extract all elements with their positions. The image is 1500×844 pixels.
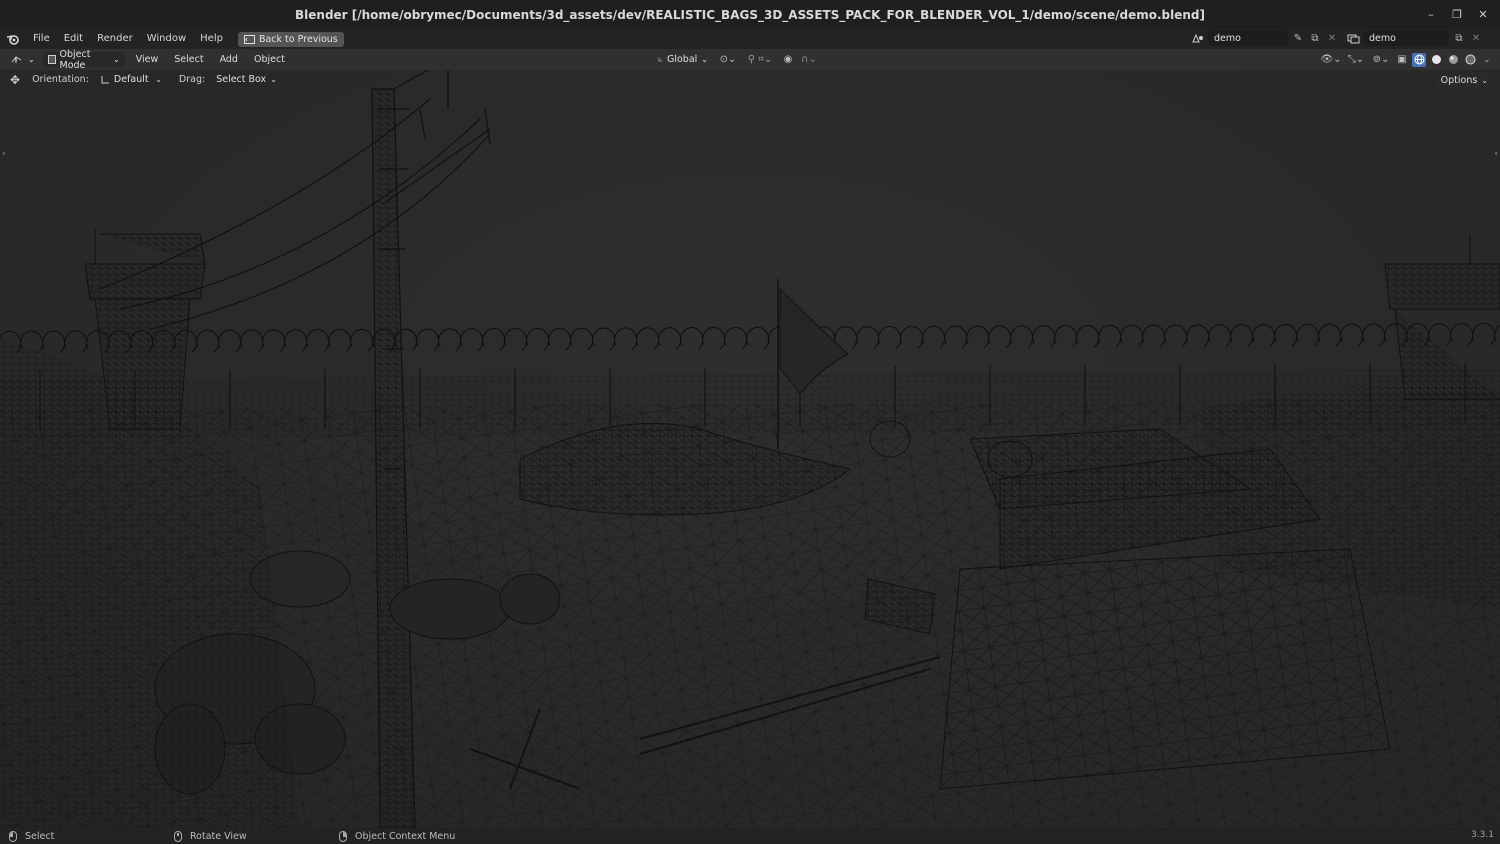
remove-scene-icon[interactable]: ✕ bbox=[1325, 31, 1339, 46]
solid-sphere-icon bbox=[1431, 55, 1441, 64]
chevron-down-icon: ⌄ bbox=[28, 55, 35, 64]
viewport-display-controls: 👁⌄ ⤡⌄ ⊚⌄ ▣ ⌄ bbox=[1320, 52, 1494, 67]
material-preview-button[interactable] bbox=[1446, 53, 1460, 67]
status-rotate: Rotate View bbox=[174, 829, 247, 843]
remove-view-layer-icon[interactable]: ✕ bbox=[1469, 31, 1483, 46]
viewport-header: ⌄ Object Mode ⌄ View Select Add Object G… bbox=[0, 49, 1500, 71]
options-dropdown[interactable]: Options ⌄ bbox=[1434, 73, 1494, 88]
blender-logo-icon[interactable] bbox=[0, 33, 26, 45]
menu-add[interactable]: Add bbox=[215, 52, 243, 67]
shading-options-chevron-icon[interactable]: ⌄ bbox=[1480, 52, 1494, 67]
status-context-menu: Object Context Menu bbox=[339, 829, 455, 843]
back-to-previous-label: Back to Previous bbox=[258, 33, 338, 45]
new-view-layer-icon[interactable]: ⧉ bbox=[1452, 31, 1466, 46]
options-label: Options bbox=[1440, 75, 1478, 86]
chevron-down-icon: ⌄ bbox=[113, 55, 120, 64]
falloff-icon[interactable]: ∩⌄ bbox=[799, 52, 819, 67]
pivot-point-icon[interactable]: ⊙⌄ bbox=[717, 52, 739, 67]
menu-select[interactable]: Select bbox=[169, 52, 208, 67]
object-mode-dropdown[interactable]: Object Mode ⌄ bbox=[42, 49, 125, 71]
restore-button[interactable]: ❐ bbox=[1446, 4, 1468, 26]
visibility-icon[interactable]: 👁⌄ bbox=[1320, 52, 1342, 67]
transform-orientation-dropdown[interactable]: Global ⌄ bbox=[653, 52, 713, 67]
3d-viewport-icon bbox=[11, 56, 22, 63]
editor-type-dropdown[interactable]: ⌄ bbox=[8, 52, 37, 67]
menu-help[interactable]: Help bbox=[193, 29, 230, 49]
wireframe-scene bbox=[0, 49, 1500, 828]
object-mode-icon bbox=[47, 55, 56, 64]
drag-field-label: Drag: bbox=[178, 74, 206, 85]
toolbar-expand-icon[interactable]: › bbox=[2, 149, 6, 159]
menu-edit[interactable]: Edit bbox=[57, 29, 90, 49]
version-label: 3.3.1 bbox=[1471, 830, 1494, 840]
xray-icon[interactable]: ▣ bbox=[1395, 52, 1409, 67]
status-bar: Select Rotate View Object Context Menu 3… bbox=[0, 828, 1500, 844]
status-select-label: Select bbox=[25, 830, 55, 842]
view-layer-selector: demo ⧉ ✕ bbox=[1346, 31, 1483, 46]
solid-shading-button[interactable] bbox=[1429, 53, 1443, 67]
wireframe-shading-button[interactable] bbox=[1412, 52, 1426, 67]
drag-dropdown-value: Select Box bbox=[216, 74, 267, 85]
status-select: Select bbox=[9, 829, 54, 843]
chevron-down-icon: ⌄ bbox=[155, 75, 162, 84]
rendered-shading-button[interactable] bbox=[1463, 53, 1477, 67]
rendered-sphere-icon bbox=[1465, 54, 1475, 65]
window-controls: – ❐ ✕ bbox=[1420, 0, 1494, 29]
chevron-down-icon: ⌄ bbox=[701, 55, 708, 64]
default-orientation-icon bbox=[101, 75, 109, 83]
snap-icon[interactable]: ⚲ ⌗⌄ bbox=[743, 52, 777, 67]
blender-window: Blender [/home/obrymec/Documents/3d_asse… bbox=[0, 0, 1500, 844]
tool-settings-bar: ✥ Orientation: Default ⌄ Drag: Select Bo… bbox=[0, 70, 1500, 90]
sidebar-expand-icon[interactable]: ‹ bbox=[1494, 149, 1498, 159]
scene-icon[interactable] bbox=[1191, 31, 1205, 46]
overlays-icon[interactable]: ⊚⌄ bbox=[1370, 52, 1392, 67]
middle-mouse-icon bbox=[174, 830, 182, 842]
move-tool-icon: ✥ bbox=[10, 72, 21, 87]
proportional-editing-icon[interactable]: ◉ bbox=[781, 52, 795, 67]
object-mode-label: Object Mode bbox=[59, 48, 91, 71]
left-mouse-icon bbox=[9, 830, 17, 842]
gizmo-icon[interactable]: ⤡⌄ bbox=[1345, 52, 1367, 67]
status-rotate-label: Rotate View bbox=[190, 830, 247, 842]
scene-name-field[interactable]: demo bbox=[1208, 31, 1288, 46]
drag-dropdown[interactable]: Select Box ⌄ bbox=[211, 72, 282, 87]
menu-object[interactable]: Object bbox=[249, 52, 290, 67]
menu-view[interactable]: View bbox=[131, 52, 164, 67]
scene-selector: demo ✎ ⧉ ✕ bbox=[1191, 31, 1339, 46]
orientation-dropdown-value: Default bbox=[113, 74, 149, 85]
new-scene-icon[interactable]: ⧉ bbox=[1308, 31, 1322, 46]
window-title: Blender [/home/obrymec/Documents/3d_asse… bbox=[295, 7, 1205, 22]
material-sphere-icon bbox=[1448, 55, 1458, 64]
menu-render[interactable]: Render bbox=[90, 29, 140, 49]
orientation-label: Global bbox=[666, 54, 698, 65]
menu-window[interactable]: Window bbox=[140, 29, 193, 49]
top-menu-bar: File Edit Render Window Help Back to Pre… bbox=[0, 29, 1500, 49]
right-mouse-icon bbox=[339, 830, 347, 842]
chevron-down-icon: ⌄ bbox=[1481, 76, 1488, 85]
screen-icon bbox=[243, 34, 255, 44]
view-layer-name-field[interactable]: demo bbox=[1363, 31, 1449, 46]
wireframe-sphere-icon bbox=[1414, 54, 1424, 65]
view-layer-icon[interactable] bbox=[1346, 31, 1360, 46]
pin-icon[interactable]: ✎ bbox=[1291, 31, 1305, 46]
orientation-axes-icon bbox=[658, 57, 663, 62]
back-to-previous-button[interactable]: Back to Previous bbox=[237, 31, 344, 47]
title-bar: Blender [/home/obrymec/Documents/3d_asse… bbox=[0, 0, 1500, 29]
orientation-dropdown[interactable]: Default ⌄ bbox=[94, 72, 167, 87]
status-context-label: Object Context Menu bbox=[355, 830, 456, 842]
orientation-field-label: Orientation: bbox=[32, 74, 89, 85]
transform-controls: Global ⌄ ⊙⌄ ⚲ ⌗⌄ ◉ ∩⌄ bbox=[653, 52, 819, 67]
chevron-down-icon: ⌄ bbox=[270, 75, 277, 84]
close-button[interactable]: ✕ bbox=[1472, 4, 1494, 26]
menu-file[interactable]: File bbox=[26, 29, 57, 49]
3d-viewport[interactable]: › ‹ bbox=[0, 49, 1500, 828]
minimize-button[interactable]: – bbox=[1420, 4, 1442, 26]
